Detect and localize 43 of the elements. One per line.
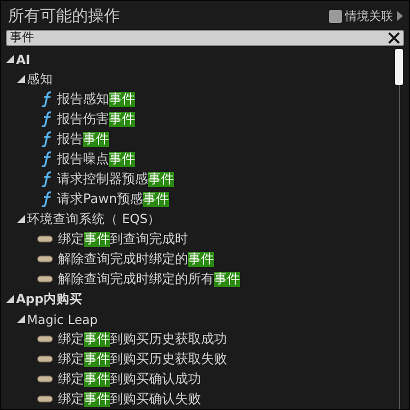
category-label[interactable]: 感知 xyxy=(27,70,53,88)
pill-icon xyxy=(37,255,53,263)
category-label[interactable]: App内购买 xyxy=(16,290,83,308)
function-icon xyxy=(41,111,53,127)
pill-icon xyxy=(37,395,53,403)
action-item[interactable]: 报告感知事件 xyxy=(57,90,135,108)
function-icon xyxy=(41,91,53,107)
expanded-arrow-icon[interactable] xyxy=(6,295,14,303)
search-field[interactable]: 事件 xyxy=(10,30,388,45)
category-label[interactable]: Magic Leap xyxy=(27,312,98,326)
expanded-arrow-icon[interactable] xyxy=(17,75,25,83)
action-item[interactable]: 报告噪点事件 xyxy=(57,150,135,168)
context-toggle[interactable]: 情境关联 xyxy=(329,8,403,25)
function-icon xyxy=(41,171,53,187)
function-icon xyxy=(41,191,53,207)
close-icon[interactable] xyxy=(388,32,400,44)
scrollbar[interactable] xyxy=(393,49,405,409)
action-item[interactable]: 绑定事件到查询完成时 xyxy=(58,230,188,248)
category-label[interactable]: AI xyxy=(16,52,30,66)
action-item[interactable]: 报告事件 xyxy=(57,130,109,148)
expanded-arrow-icon[interactable] xyxy=(17,315,25,323)
function-icon xyxy=(41,151,53,167)
pill-icon xyxy=(37,275,53,283)
action-item[interactable]: 绑定事件到购买历史获取失败 xyxy=(58,350,227,368)
pill-icon xyxy=(37,355,53,363)
action-item[interactable]: 绑定事件到购买确认失败 xyxy=(58,390,201,408)
action-item[interactable]: 请求控制器预感事件 xyxy=(57,170,174,188)
action-item[interactable]: 解除查询完成时绑定的事件 xyxy=(58,250,214,268)
search-box[interactable]: 事件 xyxy=(6,30,404,46)
menu-title: 所有可能的操作 xyxy=(8,6,120,27)
function-icon xyxy=(41,131,53,147)
action-item[interactable]: 解除查询完成时绑定的所有事件 xyxy=(58,270,240,288)
expanded-arrow-icon[interactable] xyxy=(17,215,25,223)
expanded-arrow-icon[interactable] xyxy=(6,55,14,63)
action-item[interactable]: 绑定事件到购买历史获取成功 xyxy=(58,330,227,348)
arrow-right-icon xyxy=(396,11,403,22)
pill-icon xyxy=(37,335,53,343)
pill-icon xyxy=(37,235,53,243)
action-item[interactable]: 请求Pawn预感事件 xyxy=(57,190,170,208)
pill-icon xyxy=(37,375,53,383)
action-item[interactable]: 绑定事件到购买确认成功 xyxy=(58,370,201,388)
action-item[interactable]: 报告伤害事件 xyxy=(57,110,135,128)
category-label[interactable]: 环境查询系统（ EQS） xyxy=(27,210,161,228)
